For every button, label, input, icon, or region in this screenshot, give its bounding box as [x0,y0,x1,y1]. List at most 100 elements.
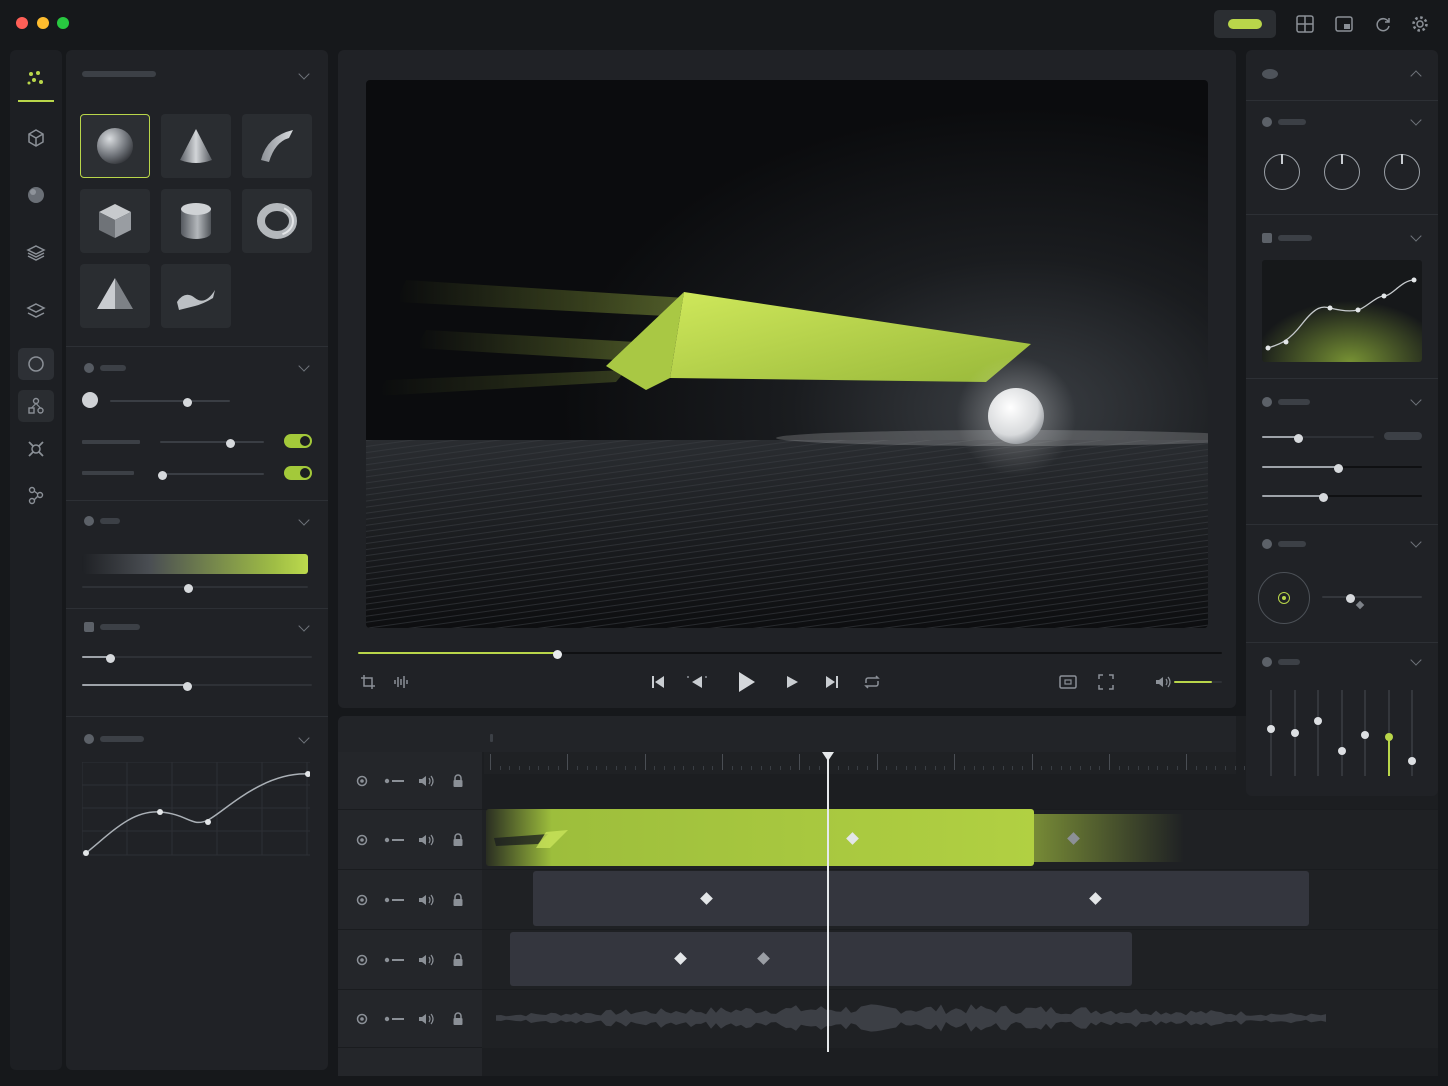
slider-track[interactable] [1322,596,1422,598]
keyframe-toggle-icon[interactable] [382,948,406,972]
maximize-button[interactable] [57,17,69,29]
position-pad[interactable] [1258,572,1310,624]
clip[interactable] [510,932,1132,986]
fader-track[interactable] [1270,690,1272,776]
progress-knob[interactable] [552,649,562,659]
chevron-down-icon[interactable] [298,68,310,80]
panel-icon[interactable] [1333,13,1355,35]
playhead-handle[interactable] [821,752,834,761]
fader-knob[interactable] [1408,757,1416,765]
primitive-cube[interactable] [80,189,150,253]
rotate-x-dial[interactable] [1264,154,1300,190]
slider-track[interactable] [160,473,264,475]
viewport-canvas[interactable] [366,80,1208,628]
value-field[interactable] [1384,432,1422,440]
rotate-z-dial[interactable] [1384,154,1420,190]
layers-icon[interactable] [20,239,52,267]
visibility-icon[interactable] [350,888,374,912]
chevron-down-icon[interactable] [298,514,310,526]
fader-knob[interactable] [1337,747,1346,755]
mute-icon[interactable] [414,769,438,793]
crop-icon[interactable] [358,672,378,692]
loop-icon[interactable] [860,670,884,694]
chevron-down-icon[interactable] [1410,394,1422,406]
visibility-icon[interactable] [350,828,374,852]
rotate-y-dial[interactable] [1324,154,1360,190]
slider-track[interactable] [82,656,312,658]
nodes-icon[interactable] [18,390,54,422]
mute-icon[interactable] [414,948,438,972]
chevron-up-icon[interactable] [1410,70,1422,82]
fader-knob[interactable] [1314,717,1322,725]
lock-icon[interactable] [446,769,470,793]
clip[interactable] [533,871,1309,926]
sphere-icon[interactable] [20,181,52,209]
slider-knob[interactable] [1319,492,1328,502]
minimize-button[interactable] [37,17,49,29]
color-swatch[interactable] [82,392,98,408]
gear-icon[interactable] [1409,13,1431,35]
lock-icon[interactable] [446,948,470,972]
slider-knob[interactable] [1346,593,1355,603]
visibility-icon[interactable] [350,1007,374,1031]
chevron-down-icon[interactable] [298,620,310,632]
lock-icon[interactable] [446,828,470,852]
chevron-down-icon[interactable] [298,360,310,372]
toggle-switch[interactable] [284,466,312,480]
fader-knob[interactable] [1290,729,1299,737]
lock-icon[interactable] [446,1007,470,1031]
fader-knob[interactable] [1267,725,1275,733]
audio-waveform-icon[interactable] [391,672,411,692]
primitive-pyramid[interactable] [80,264,150,328]
chevron-down-icon[interactable] [1410,536,1422,548]
keyframe-toggle-icon[interactable] [382,828,406,852]
slider-knob[interactable] [226,438,235,448]
safe-frame-icon[interactable] [1056,670,1080,694]
chevron-down-icon[interactable] [1410,230,1422,242]
play-icon[interactable] [732,668,760,696]
slider-knob[interactable] [1334,463,1343,473]
visibility-icon[interactable] [350,948,374,972]
slider-knob[interactable] [1294,433,1303,443]
stack-icon[interactable] [20,297,52,325]
volume-icon[interactable] [1153,672,1173,692]
easing-graph[interactable] [1262,260,1422,362]
layout-grid-icon[interactable] [1294,13,1316,35]
render-button[interactable] [1214,10,1276,38]
fullscreen-icon[interactable] [1094,670,1118,694]
primitive-cylinder[interactable] [161,189,231,253]
playhead[interactable] [826,752,829,1052]
close-button[interactable] [16,17,28,29]
keyframe-toggle-icon[interactable] [382,769,406,793]
primitive-curved-plane[interactable] [242,114,312,178]
gradient-bar[interactable] [82,554,308,574]
curve-editor[interactable] [82,762,310,862]
refresh-icon[interactable] [1372,13,1394,35]
chevron-down-icon[interactable] [1410,114,1422,126]
keyframe-toggle-icon[interactable] [382,888,406,912]
primitive-torus[interactable] [242,189,312,253]
primitive-cone[interactable] [161,114,231,178]
fader-knob[interactable] [1384,733,1393,741]
keyframe[interactable] [1355,600,1365,610]
shapes-icon[interactable] [20,64,52,92]
slider-track[interactable] [160,441,264,443]
chevron-down-icon[interactable] [1410,654,1422,666]
slider-knob[interactable] [184,583,193,593]
slider-knob[interactable] [106,653,115,663]
slider-track[interactable] [110,400,230,402]
skip-end-icon[interactable] [820,670,844,694]
mute-icon[interactable] [414,888,438,912]
step-back-icon[interactable] [683,670,711,694]
fader-track[interactable] [1317,690,1319,776]
keyframe-toggle-icon[interactable] [382,1007,406,1031]
target-icon[interactable] [20,435,52,463]
toggle-switch[interactable] [284,434,312,448]
share-icon[interactable] [20,481,52,509]
step-forward-icon[interactable] [780,670,804,694]
primitive-sphere[interactable] [80,114,150,178]
cube-icon[interactable] [20,124,52,152]
primitive-ribbon[interactable] [161,264,231,328]
slider-knob[interactable] [158,470,167,480]
mute-icon[interactable] [414,1007,438,1031]
